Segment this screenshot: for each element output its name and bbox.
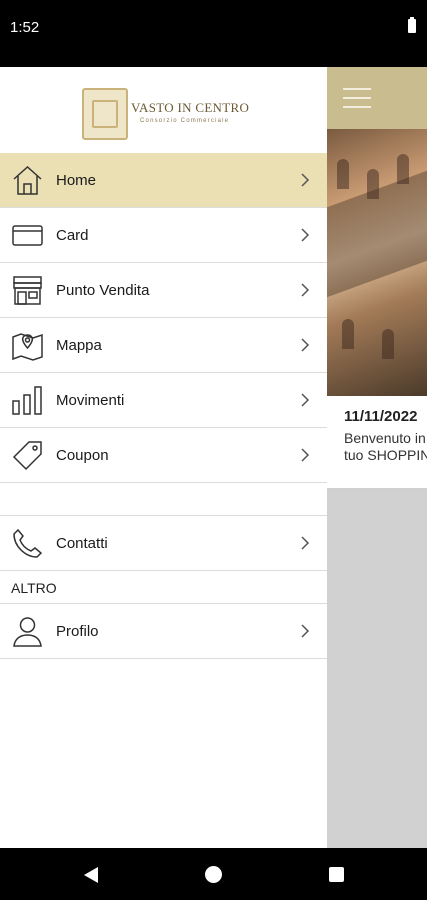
menu-item-label: Home	[56, 172, 97, 189]
brand-subtitle: Consorzio Commerciale	[140, 118, 230, 124]
menu-item-card[interactable]: Card	[0, 208, 327, 263]
brand-name: VASTO IN CENTRO	[131, 100, 250, 115]
menu-item-label: Coupon	[56, 447, 109, 464]
battery-icon	[408, 17, 416, 33]
menu-item-home[interactable]: Home	[0, 153, 327, 208]
menu-item-label: Punto Vendita	[56, 282, 150, 299]
hero-image	[327, 129, 427, 396]
card-icon	[12, 225, 43, 246]
chevron-right-icon	[301, 173, 310, 187]
chevron-right-icon	[301, 338, 310, 352]
hamburger-menu-icon[interactable]	[343, 88, 371, 108]
tag-icon	[12, 441, 42, 471]
menu-item-label: Mappa	[56, 337, 102, 354]
brand-logo: VASTO IN CENTRO Consorzio Commerciale	[82, 88, 252, 140]
status-time: 1:52	[10, 19, 40, 36]
store-icon	[13, 276, 42, 305]
map-icon	[12, 333, 43, 361]
phone-icon	[13, 528, 43, 558]
recent-apps-icon[interactable]	[329, 867, 344, 882]
menu-item-profilo[interactable]: Profilo	[0, 604, 327, 659]
menu-item-contatti[interactable]: Contatti	[0, 516, 327, 571]
status-bar: 1:52	[0, 0, 427, 67]
section-label: ALTRO	[11, 580, 57, 596]
menu-item-coupon[interactable]: Coupon	[0, 428, 327, 483]
menu-item-label: Card	[56, 227, 89, 244]
navigation-drawer: VASTO IN CENTRO Consorzio Commerciale Ho…	[0, 67, 327, 848]
chevron-right-icon	[301, 536, 310, 550]
home-icon	[13, 165, 42, 195]
section-header-altro: ALTRO	[0, 571, 327, 604]
chevron-right-icon	[301, 624, 310, 638]
news-date: 11/11/2022	[344, 408, 418, 425]
chevron-right-icon	[301, 283, 310, 297]
chevron-right-icon	[301, 393, 310, 407]
news-card[interactable]: 11/11/2022 Benvenuto in tuo SHOPPIN	[327, 396, 427, 489]
news-text: Benvenuto in tuo SHOPPIN	[344, 430, 427, 463]
menu-item-punto-vendita[interactable]: Punto Vendita	[0, 263, 327, 318]
menu-spacer	[0, 483, 327, 516]
menu-item-label: Movimenti	[56, 392, 125, 409]
chevron-right-icon	[301, 448, 310, 462]
menu-item-label: Profilo	[56, 623, 99, 640]
chevron-right-icon	[301, 228, 310, 242]
user-icon	[13, 617, 42, 647]
bar-chart-icon	[12, 386, 42, 415]
menu-item-movimenti[interactable]: Movimenti	[0, 373, 327, 428]
app-header	[327, 67, 427, 129]
logo-seal-icon	[82, 88, 128, 140]
back-icon[interactable]	[82, 866, 100, 884]
menu-item-label: Contatti	[56, 535, 108, 552]
drawer-menu: Home Card Punto Vendita Mappa Movimenti …	[0, 153, 327, 659]
home-button-icon[interactable]	[205, 866, 222, 883]
menu-item-mappa[interactable]: Mappa	[0, 318, 327, 373]
